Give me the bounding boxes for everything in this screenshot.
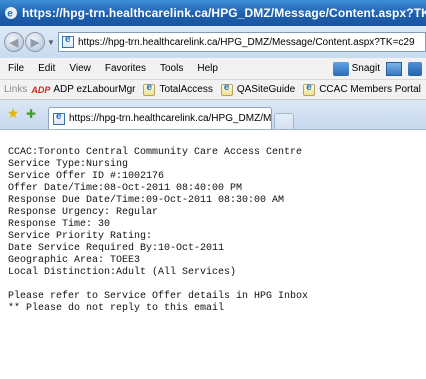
tab-bar: ★ ✚ https://hpg-trn.healthcarelink.ca/HP…	[0, 100, 426, 130]
link-label: QASiteGuide	[236, 84, 296, 95]
menu-favorites[interactable]: Favorites	[98, 63, 153, 74]
message-line: Service Offer ID #:1002176	[8, 171, 165, 182]
message-footer-line: Please refer to Service Offer details in…	[8, 291, 309, 302]
ie-page-icon	[220, 82, 233, 96]
menu-tools[interactable]: Tools	[153, 63, 190, 74]
links-label: Links	[4, 84, 28, 95]
back-arrow-icon: ◀	[9, 36, 19, 49]
message-line: Date Service Required By:10-Oct-2011	[8, 243, 225, 254]
new-tab-button[interactable]	[274, 113, 294, 129]
back-button[interactable]: ◀	[4, 32, 24, 52]
toolbar-right: Snagit	[332, 61, 426, 76]
address-input[interactable]: https://hpg-trn.healthcarelink.ca/HPG_DM…	[58, 32, 426, 52]
message-line: Service Priority Rating:	[8, 231, 153, 242]
menu-help[interactable]: Help	[190, 63, 225, 74]
navigation-bar: ◀ ▶ ▼ https://hpg-trn.healthcarelink.ca/…	[0, 26, 426, 58]
menu-file[interactable]: File	[0, 63, 31, 74]
recent-pages-dropdown[interactable]: ▼	[47, 38, 55, 47]
message-line: Response Due Date/Time:09-Oct-2011 08:30…	[8, 195, 285, 206]
link-adp-ezlabourmgr[interactable]: ADP ADP ezLabourMgr	[31, 84, 135, 95]
link-ccac-members-portal[interactable]: CCAC Members Portal	[303, 82, 421, 96]
forward-arrow-icon: ▶	[30, 36, 40, 49]
link-totalaccess[interactable]: TotalAccess	[143, 82, 213, 96]
message-content: CCAC:Toronto Central Community Care Acce…	[0, 131, 426, 379]
message-line: Local Distinction:Adult (All Services)	[8, 267, 237, 278]
tab-active[interactable]: https://hpg-trn.healthcarelink.ca/HPG_DM…	[48, 107, 272, 129]
svg-text:e: e	[7, 9, 13, 20]
adp-logo-icon: ADP	[31, 84, 51, 95]
message-line: Offer Date/Time:08-Oct-2011 08:40:00 PM	[8, 183, 243, 194]
tab-title: https://hpg-trn.healthcarelink.ca/HPG_DM…	[69, 113, 272, 124]
link-qasiteguide[interactable]: QASiteGuide	[220, 82, 296, 96]
message-line: Service Type:Nursing	[8, 159, 129, 170]
address-url: https://hpg-trn.healthcarelink.ca/HPG_DM…	[78, 36, 415, 48]
links-bar: Links ADP ADP ezLabourMgr TotalAccess QA…	[0, 80, 426, 100]
link-label: ADP ezLabourMgr	[53, 84, 136, 95]
favorites-star-icon[interactable]: ★	[4, 105, 22, 122]
message-line: Geographic Area: TOEE3	[8, 255, 141, 266]
menu-view[interactable]: View	[62, 63, 98, 74]
capture-settings-icon[interactable]	[408, 61, 422, 76]
menu-edit[interactable]: Edit	[31, 63, 62, 74]
message-line: Response Urgency: Regular	[8, 207, 159, 218]
snagit-icon	[332, 61, 349, 76]
link-label: CCAC Members Portal	[319, 84, 421, 95]
capture-window-icon[interactable]	[386, 61, 402, 76]
page-icon	[53, 111, 65, 125]
message-line: Response Time: 30	[8, 219, 111, 230]
message-line: CCAC:Toronto Central Community Care Acce…	[8, 147, 303, 158]
forward-button[interactable]: ▶	[25, 32, 45, 52]
page-icon	[62, 34, 74, 48]
add-favorites-icon[interactable]: ✚	[22, 107, 40, 121]
ie-page-icon	[303, 82, 316, 96]
window-title-bar: e https://hpg-trn.healthcarelink.ca/HPG_…	[0, 0, 426, 26]
menu-bar: File Edit View Favorites Tools Help Snag…	[0, 58, 426, 80]
window-title: https://hpg-trn.healthcarelink.ca/HPG_DM…	[22, 6, 426, 20]
ie-logo-icon: e	[5, 7, 17, 20]
snagit-button[interactable]: Snagit	[352, 63, 380, 74]
ie-page-icon	[143, 82, 156, 96]
message-footer-line: ** Please do not reply to this email	[8, 303, 225, 314]
link-label: TotalAccess	[159, 84, 213, 95]
